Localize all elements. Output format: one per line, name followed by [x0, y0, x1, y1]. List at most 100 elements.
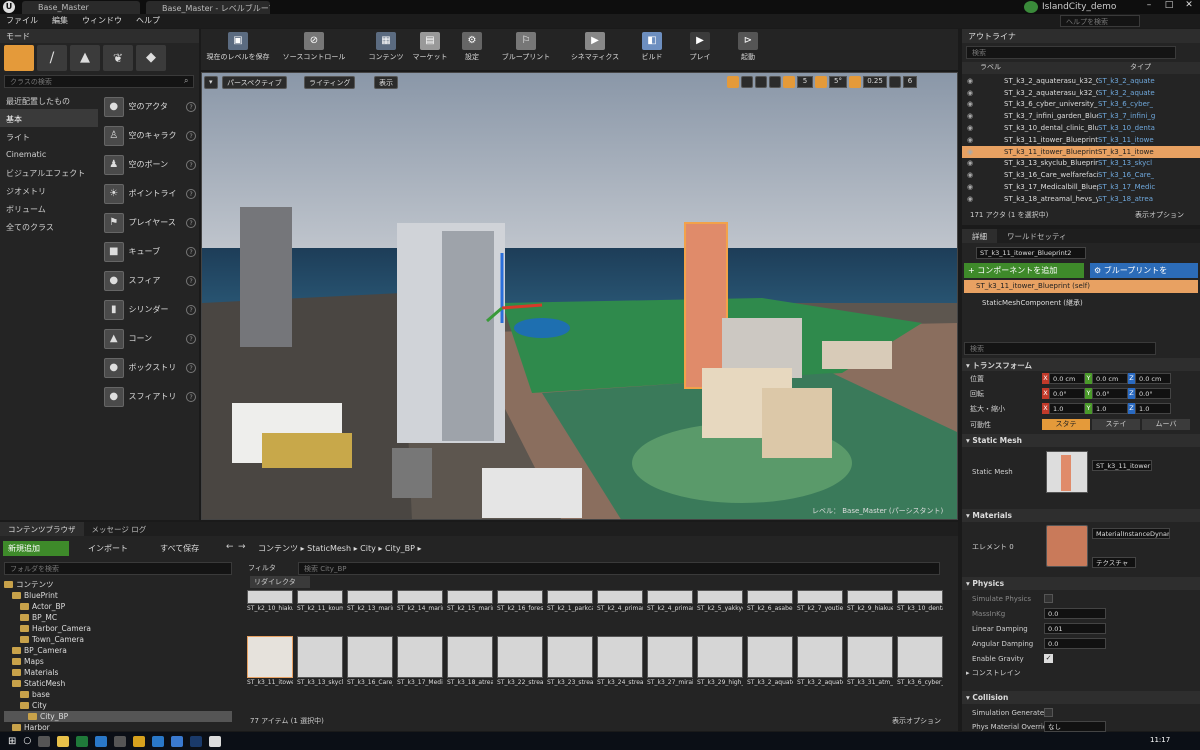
tab-message-log[interactable]: メッセージ ログ	[84, 522, 155, 536]
simulate-physics-checkbox[interactable]	[1044, 594, 1053, 603]
folder-tree-item[interactable]: base	[4, 689, 232, 700]
folder-search-input[interactable]: フォルダを検索	[4, 562, 232, 575]
help-icon[interactable]: ?	[186, 217, 196, 228]
source-control-button[interactable]: ⊘ ソースコントロール	[279, 30, 349, 66]
foliage-mode-icon[interactable]: ❦	[103, 45, 133, 71]
import-button[interactable]: インポート	[88, 543, 128, 554]
asset-tile[interactable]: ST_k2_9_hiakuen1_Blueprint	[847, 590, 893, 612]
menu-file[interactable]: ファイル	[6, 15, 38, 28]
visibility-eye-icon[interactable]: ◉	[962, 77, 978, 85]
folder-tree-item[interactable]: BluePrint	[4, 590, 232, 601]
help-icon[interactable]: ?	[186, 275, 196, 286]
help-icon[interactable]: ?	[186, 159, 196, 170]
asset-tile[interactable]: ST_k2_13_marinacourt1_Blueprint	[347, 590, 393, 612]
new-add-button[interactable]: 新規追加	[3, 541, 69, 556]
location-z[interactable]: 0.0 cm	[1135, 373, 1171, 384]
breadcrumb-staticmesh[interactable]: StaticMesh	[307, 544, 351, 553]
help-icon[interactable]: ?	[186, 188, 196, 199]
rotation-y[interactable]: 0.0°	[1092, 388, 1128, 399]
category-visual-effects[interactable]: ビジュアルエフェクト	[0, 163, 98, 181]
viewport-options-button[interactable]: ▾	[204, 76, 218, 89]
actor-type-link[interactable]: ST_k3_2_aquate	[1098, 89, 1155, 97]
edge-icon[interactable]	[95, 735, 108, 747]
physics-section[interactable]: ▾ Physics	[962, 577, 1200, 590]
collision-section[interactable]: ▾ Collision	[962, 691, 1200, 704]
add-component-button[interactable]: + コンポーネントを追加	[964, 263, 1084, 278]
close-button[interactable]: ✕	[1180, 0, 1198, 13]
asset-tile[interactable]: ST_k2_16_forestcasa_Blueprint	[497, 590, 543, 612]
geometry-mode-icon[interactable]: ◆	[136, 45, 166, 71]
asset-tile[interactable]: ST_k3_10_dental_clinic_Blueprint	[897, 590, 943, 612]
actor-type-link[interactable]: ST_k3_17_Medic	[1098, 183, 1155, 191]
select-tool-icon[interactable]	[727, 76, 739, 88]
help-icon[interactable]: ?	[186, 246, 196, 257]
viewport[interactable]: ▾ パースペクティブ ライティング 表示 5 5° 0.25 6 レベル： Ba…	[201, 72, 958, 520]
asset-tile[interactable]: ST_k3_16_Care_welfarefacility_Blueprint	[347, 636, 393, 686]
static-mesh-thumbnail[interactable]	[1046, 451, 1088, 493]
lighting-button[interactable]: ライティング	[304, 76, 356, 89]
maximize-button[interactable]: □	[1160, 0, 1178, 13]
material-thumbnail[interactable]	[1046, 525, 1088, 567]
help-icon[interactable]: ?	[186, 130, 196, 141]
help-icon[interactable]: ?	[186, 333, 196, 344]
blueprint-script-button[interactable]: ⚙ ブループリントを	[1090, 263, 1198, 278]
tab-base-master[interactable]: Base_Master	[22, 1, 140, 14]
scale-snap-value[interactable]: 0.25	[863, 76, 887, 88]
help-icon[interactable]: ?	[186, 391, 196, 402]
actor-type-link[interactable]: ST_k3_11_itowe	[1098, 148, 1154, 156]
asset-tile[interactable]: ST_k3_18_atreamal_hevs_yakiniku	[447, 636, 493, 686]
asset-tile[interactable]: ST_k3_29_high_rehabilitation_Blueprint	[697, 636, 743, 686]
photoshop-icon[interactable]	[190, 735, 203, 747]
launch-button[interactable]: ⊳ 起動	[718, 30, 778, 66]
folder-tree-item[interactable]: Actor_BP	[4, 601, 232, 612]
excel-icon[interactable]	[76, 735, 89, 747]
actor-type-link[interactable]: ST_k3_7_infini_g	[1098, 112, 1155, 120]
actor-type-link[interactable]: ST_k3_16_Care_	[1098, 171, 1154, 179]
actor-empty-pawn[interactable]: ♟ 空のポーン?	[100, 150, 196, 179]
column-type[interactable]: タイプ	[1130, 62, 1151, 72]
visibility-eye-icon[interactable]: ◉	[962, 183, 978, 191]
object-name-field[interactable]: ST_k3_11_itower_Blueprint2	[976, 247, 1086, 259]
asset-tile[interactable]: ST_k3_2_aquaterasu_k32_02	[797, 636, 843, 686]
asset-tile[interactable]: ST_k3_31_atm_fukugin_Blueprint	[847, 636, 893, 686]
tab-world-settings[interactable]: ワールドセッティ	[997, 229, 1077, 243]
rotation-x[interactable]: 0.0°	[1049, 388, 1085, 399]
help-icon[interactable]: ?	[186, 101, 196, 112]
visibility-eye-icon[interactable]: ◉	[962, 100, 978, 108]
grid-snap-icon[interactable]	[783, 76, 795, 88]
outliner-row[interactable]: ◉ ST_k3_11_itower_Blueprint ST_k3_11_itowe	[962, 134, 1200, 146]
actor-point-light[interactable]: ☀ ポイントライ?	[100, 179, 196, 208]
modes-tab[interactable]: モード	[0, 29, 199, 43]
texture-dropdown[interactable]: テクスチャ	[1092, 557, 1136, 568]
store-icon[interactable]	[152, 735, 165, 747]
asset-tile[interactable]: ST_k2_11_kouminnkann_Blueprint	[297, 590, 343, 612]
save-all-button[interactable]: すべて保存	[160, 543, 199, 554]
static-mesh-section[interactable]: ▾ Static Mesh	[962, 434, 1200, 447]
details-search-input[interactable]: 検索	[964, 342, 1156, 355]
breadcrumb-city[interactable]: City	[360, 544, 376, 553]
mobility-static-button[interactable]: スタテ	[1042, 419, 1090, 430]
asset-tile[interactable]: ST_k2_10_hiakuen2_Blueprint	[247, 590, 293, 612]
transform-section[interactable]: ▾ トランスフォーム	[962, 358, 1200, 371]
world-space-icon[interactable]	[769, 76, 781, 88]
location-y[interactable]: 0.0 cm	[1092, 373, 1128, 384]
menu-edit[interactable]: 編集	[52, 15, 68, 28]
linear-damping-field[interactable]: 0.01	[1044, 623, 1106, 634]
mobility-stationary-button[interactable]: ステイ	[1092, 419, 1140, 430]
asset-tile[interactable]: ST_k2_15_marinacourt3_Blueprint	[447, 590, 493, 612]
mobility-movable-button[interactable]: ムーバ	[1142, 419, 1190, 430]
actor-type-link[interactable]: ST_k3_18_atrea	[1098, 195, 1153, 203]
settings-button[interactable]: ⚙ 設定	[442, 30, 502, 66]
grid-snap-value[interactable]: 5	[797, 76, 813, 88]
asset-tile[interactable]: ST_k3_23_streamall_itiba	[547, 636, 593, 686]
tab-content-browser[interactable]: コンテンツブラウザ	[0, 522, 84, 536]
outliner-row[interactable]: ◉ ST_k3_2_aquaterasu_k32_01_BlueprintST_k…	[962, 75, 1200, 87]
rotation-snap-value[interactable]: 5°	[829, 76, 847, 88]
paint-mode-icon[interactable]: /	[37, 45, 67, 71]
outliner-row[interactable]: ◉ ST_k3_13_skyclub_Blueprint ST_k3_13_skyc…	[962, 158, 1200, 170]
outliner-search-input[interactable]: 検索	[966, 46, 1176, 59]
menu-help[interactable]: ヘルプ	[136, 15, 160, 28]
task-view-icon[interactable]	[38, 735, 51, 747]
materials-section[interactable]: ▾ Materials	[962, 509, 1200, 522]
redirector-label[interactable]: リダイレクタ	[250, 576, 310, 588]
